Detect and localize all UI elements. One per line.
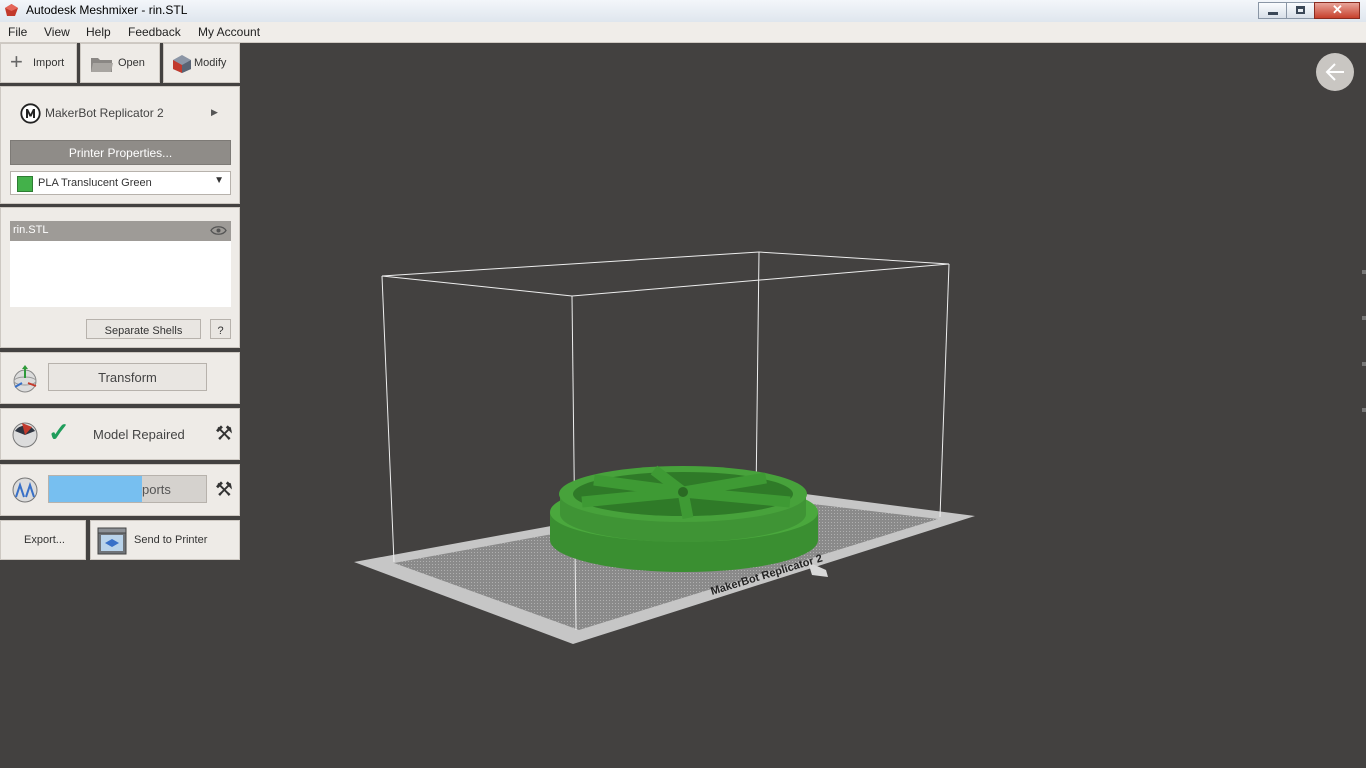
material-color-swatch [17,176,33,192]
plus-icon: + [10,49,23,74]
modify-label: Modify [194,57,227,69]
transform-panel: Transform [0,352,240,404]
object-name: rin.STL [13,224,49,236]
scroll-marker [1362,270,1366,274]
printer-panel: MakerBot Replicator 2 ▶ Printer Properti… [0,86,240,204]
repair-tool-icon[interactable]: ⚒ [215,421,233,446]
modify-button[interactable]: Modify [163,43,240,83]
scroll-marker [1362,408,1366,412]
window-title: Autodesk Meshmixer - rin.STL [26,3,188,17]
import-label: Import [33,57,65,69]
close-button[interactable]: ✕ [1314,2,1360,19]
back-button[interactable] [1316,53,1354,91]
menu-bar: File View Help Feedback My Account [0,22,1366,43]
expand-arrow-icon[interactable]: ▶ [211,107,218,118]
printer-properties-label: Printer Properties... [68,146,173,160]
scroll-marker [1362,362,1366,366]
supports-progress-fill [49,476,142,502]
checkmark-icon: ✓ [48,417,70,447]
material-label: PLA Translucent Green [38,177,152,189]
supports-progress-bar[interactable]: ports [48,475,207,503]
repair-sphere-icon [12,422,38,448]
supports-tool-icon[interactable]: ⚒ [215,477,233,502]
supports-label: ports [142,482,171,497]
transform-button[interactable]: Transform [48,363,207,391]
open-label: Open [118,57,145,69]
menu-feedback[interactable]: Feedback [128,25,181,39]
repair-status-label: Model Repaired [93,427,185,442]
model-mesh [550,465,818,572]
menu-my-account[interactable]: My Account [198,25,260,39]
folder-icon [91,58,113,72]
help-button[interactable]: ? [210,319,231,339]
makerbot-logo-icon [20,103,41,124]
help-label: ? [217,325,224,337]
send-to-printer-button[interactable]: Send to Printer [90,520,240,560]
scroll-marker [1362,316,1366,320]
minimize-button[interactable] [1258,2,1287,19]
printer-icon [97,527,127,555]
export-label: Export... [24,534,65,546]
restore-icon [1296,6,1305,14]
dropdown-arrow-icon: ▼ [214,175,224,186]
material-select[interactable]: PLA Translucent Green ▼ [10,171,231,195]
open-button[interactable]: Open [80,43,160,83]
supports-panel: ports ⚒ [0,464,240,516]
menu-help[interactable]: Help [86,25,111,39]
object-list: rin.STL [10,221,231,307]
modify-icon [173,55,191,73]
arrow-left-icon [1325,63,1344,81]
send-to-printer-label: Send to Printer [134,534,208,546]
title-bar: Autodesk Meshmixer - rin.STL ✕ [0,0,1366,23]
import-button[interactable]: + Import [0,43,77,83]
separate-shells-label: Separate Shells [104,325,183,337]
menu-view[interactable]: View [44,25,70,39]
list-item[interactable]: rin.STL [10,221,231,241]
eye-icon[interactable] [210,225,227,236]
printer-properties-button[interactable]: Printer Properties... [10,140,231,165]
export-button[interactable]: Export... [0,520,86,560]
restore-button[interactable] [1286,2,1315,19]
transform-sphere-icon [13,365,37,393]
separate-shells-button[interactable]: Separate Shells [86,319,201,339]
close-icon: ✕ [1332,2,1343,17]
printer-name[interactable]: MakerBot Replicator 2 [45,106,164,120]
minimize-icon [1268,12,1278,15]
supports-sphere-icon [12,477,38,503]
3d-viewport[interactable]: MakerBot Replicator 2 [241,42,1366,768]
transform-label: Transform [98,370,157,385]
meshmixer-logo-icon [5,4,18,16]
scene-canvas[interactable]: MakerBot Replicator 2 [241,42,1366,768]
repair-panel: ✓ Model Repaired ⚒ [0,408,240,460]
objects-panel: rin.STL Separate Shells ? [0,207,240,348]
menu-file[interactable]: File [8,25,27,39]
